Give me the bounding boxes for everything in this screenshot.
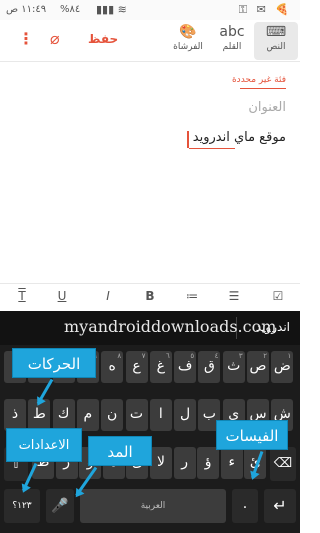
key-hint: ٤	[214, 352, 219, 360]
key-row1-4[interactable]: ف٥	[174, 351, 197, 383]
key-hint: ٥	[190, 352, 195, 360]
key-row2-5[interactable]: ا	[149, 399, 172, 431]
key-hint: ٢	[263, 352, 267, 360]
checklist-button[interactable]: ☑	[268, 289, 288, 303]
key-row2-9[interactable]: ك	[52, 399, 75, 431]
key-label: ت	[129, 406, 144, 422]
key-hint: ٣	[238, 352, 243, 360]
key-label: ذ	[11, 406, 19, 422]
key-label: ا	[158, 406, 163, 422]
battery-percent: %٨٤	[60, 4, 81, 15]
space-key[interactable]: العربية	[80, 489, 226, 523]
mode-pen-label: القلم	[222, 42, 242, 52]
notification-icons: ⚿ ✉ 🍕	[238, 3, 292, 16]
key-hint: ٦	[166, 352, 170, 360]
key-label: ؤ	[204, 454, 212, 470]
category-selector[interactable]: فئة غير محددة	[232, 75, 286, 85]
callout-faces: الفيسات	[216, 420, 288, 450]
more-options-icon[interactable]: ⋮	[18, 29, 34, 48]
watermark: myandroiddownloads.com	[64, 317, 277, 336]
keyboard-icon: ⌨	[265, 24, 287, 40]
key-row1-0[interactable]: ض١	[271, 351, 294, 383]
bullet-list-button[interactable]: ☰	[224, 289, 244, 303]
mode-brush-button[interactable]: 🎨 الفرشاة	[166, 22, 210, 60]
text-style-button[interactable]: T	[12, 289, 32, 303]
spellcheck-underline	[189, 148, 235, 149]
key-hint: ١	[287, 352, 292, 360]
enter-key[interactable]: ↵	[264, 489, 296, 523]
signal-icon: ▮▮▮ ≋	[96, 3, 127, 16]
text-cursor	[187, 131, 189, 148]
callout-madd: المد	[88, 436, 152, 466]
handwriting-icon: abc	[219, 24, 245, 40]
key-row1-7[interactable]: ه٨	[101, 351, 124, 383]
mode-brush-label: الفرشاة	[173, 42, 203, 52]
space-label: العربية	[140, 501, 166, 511]
key-row1-6[interactable]: ع٧	[125, 351, 148, 383]
numbered-list-button[interactable]: ≔	[182, 289, 202, 303]
key-label: ل	[180, 406, 191, 422]
key-row2-11[interactable]: ذ	[4, 399, 26, 431]
key-row1-1[interactable]: ص٢	[247, 351, 269, 383]
key-row3-1[interactable]: ء	[220, 447, 243, 479]
key-row1-2[interactable]: ث٣	[222, 351, 245, 383]
key-row1-5[interactable]: غ٦	[149, 351, 172, 383]
microphone-icon[interactable]: 🎤	[46, 489, 74, 523]
numbers-key[interactable]: ١٢٣؟	[4, 489, 40, 523]
format-bar: T U I B ≔ ☰ ☑	[0, 283, 300, 311]
key-label: ر	[181, 454, 188, 470]
key-hint: ٧	[141, 352, 146, 360]
key-row2-7[interactable]: ن	[101, 399, 124, 431]
category-underline	[240, 88, 286, 89]
key-label: ء	[228, 454, 236, 470]
attach-icon[interactable]: ⌀	[50, 29, 60, 48]
key-label: م	[83, 406, 93, 422]
note-body-input[interactable]: موقع ماي اندرويد	[193, 130, 286, 145]
key-row2-4[interactable]: ل	[174, 399, 197, 431]
save-button[interactable]: حفظ	[88, 32, 118, 46]
mode-text-button[interactable]: ⌨ النص	[254, 22, 298, 60]
key-label: لا	[157, 454, 165, 470]
key-hint: ٨	[117, 352, 122, 360]
title-input[interactable]: العنوان	[248, 100, 286, 115]
mode-pen-button[interactable]: abc القلم	[210, 22, 254, 60]
palette-icon: 🎨	[179, 24, 197, 40]
callout-harakat: الحركات	[12, 348, 96, 378]
editor-toolbar: ⌨ النص abc القلم 🎨 الفرشاة حفظ ⌀ ⋮	[0, 20, 300, 62]
key-row3-4[interactable]: لا	[150, 447, 172, 479]
backspace-key[interactable]: ⌫	[270, 447, 296, 481]
underline-button[interactable]: U	[52, 289, 72, 303]
key-row2-8[interactable]: م	[76, 399, 99, 431]
status-bar: ١١:٤٩ ص %٨٤ ▮▮▮ ≋ ⚿ ✉ 🍕	[0, 0, 300, 20]
key-row3-3[interactable]: ر	[173, 447, 196, 479]
period-key[interactable]: .	[232, 489, 258, 523]
callout-settings: الاعدادات	[6, 428, 82, 462]
key-row2-6[interactable]: ت	[125, 399, 148, 431]
key-row1-3[interactable]: ق٤	[198, 351, 221, 383]
key-label: ك	[57, 406, 70, 422]
mode-text-label: النص	[266, 42, 286, 52]
key-label: ن	[107, 406, 118, 422]
bold-button[interactable]: B	[140, 289, 160, 303]
italic-button[interactable]: I	[98, 289, 118, 303]
status-time: ١١:٤٩ ص	[6, 4, 47, 15]
suggestion-bar: اندرويد myandroiddownloads.com	[0, 311, 300, 345]
key-row3-2[interactable]: ؤ	[197, 447, 220, 479]
